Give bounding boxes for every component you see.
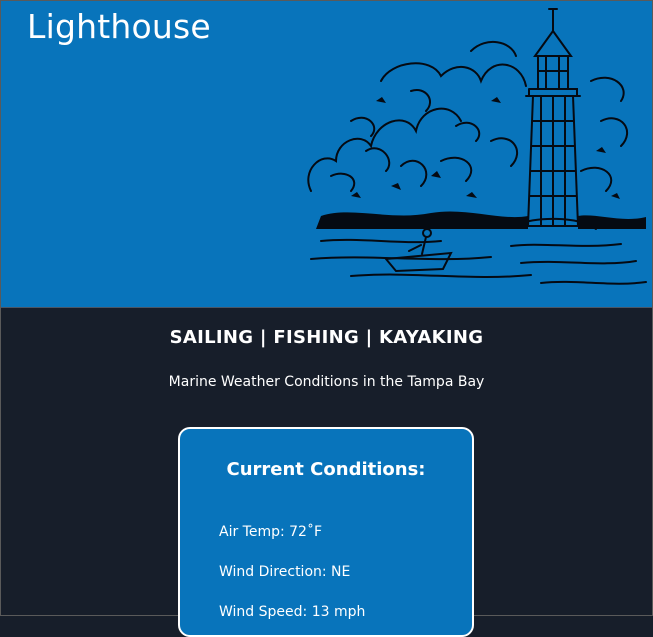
activities-tagline: SAILING | FISHING | KAYAKING [169,327,484,348]
conditions-title: Current Conditions: [226,459,426,480]
air-temp-reading: Air Temp: 72˚F [219,524,323,540]
lighthouse-illustration-icon [307,8,647,285]
current-conditions-card: Current Conditions: Air Temp: 72˚F Wind … [178,427,474,637]
wind-speed-reading: Wind Speed: 13 mph [219,604,366,620]
wind-direction-reading: Wind Direction: NE [219,564,351,580]
site-title: Lighthouse [27,7,211,46]
hero-banner: Lighthouse [1,1,652,308]
page-subtitle: Marine Weather Conditions in the Tampa B… [168,374,485,390]
